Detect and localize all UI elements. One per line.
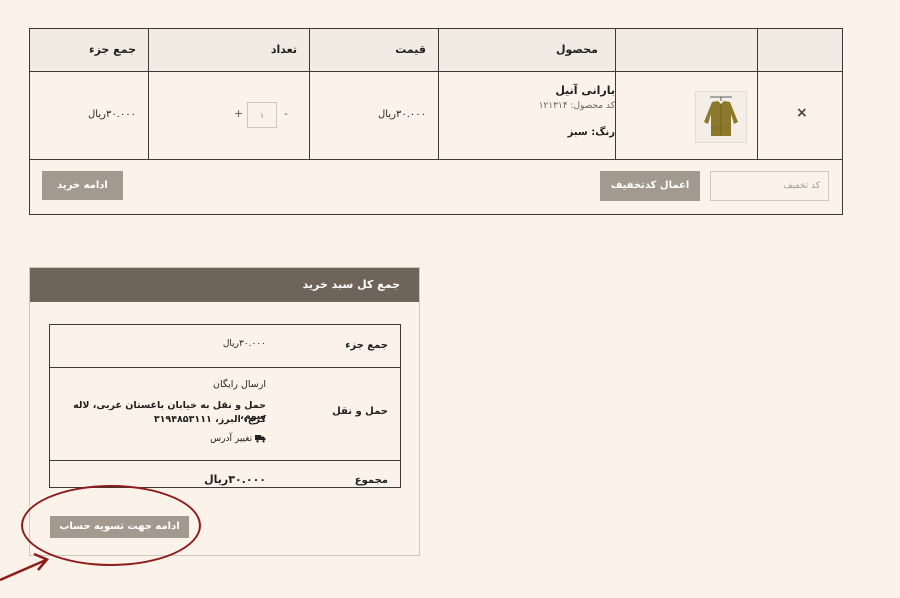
close-icon: × [796,105,808,121]
product-code: کد محصول: ۱۲۱۳۱۴ [538,101,615,111]
truck-icon [252,434,266,444]
subtotal-value: ۳۰.۰۰۰ریال [222,339,266,349]
change-address-label: تغییر آدرس [210,434,253,444]
product-price: ۳۰.۰۰۰ریال [378,109,426,120]
cart-totals-header: جمع کل سبد خرید [30,268,419,302]
product-subtotal: ۳۰.۰۰۰ریال [88,109,136,120]
total-label: مجموع [354,475,388,486]
jacket-icon [696,92,746,142]
coupon-input[interactable]: کد تخفیف [710,171,829,201]
header-quantity: تعداد [270,43,297,56]
continue-shopping-button[interactable]: ادامه خرید [42,171,123,200]
shipping-method: ارسال رایگان [213,379,266,390]
quantity-increase-button[interactable]: + [234,107,243,120]
cart-table: جمع جزء تعداد قیمت محصول × بارانی آنیل ک… [29,28,843,215]
subtotal-label: جمع جزء [345,340,388,351]
product-thumbnail[interactable] [695,91,747,143]
remove-item-button[interactable]: × [796,105,808,121]
totals-table: جمع جزء ۳۰.۰۰۰ریال حمل و نقل ارسال رایگا… [49,324,401,488]
cart-totals-panel: جمع کل سبد خرید جمع جزء ۳۰.۰۰۰ریال حمل و… [29,267,420,556]
header-price: قیمت [395,43,426,56]
annotation-arrow-icon [0,552,50,582]
shipping-label: حمل و نقل [332,406,388,417]
proceed-to-checkout-button[interactable]: ادامه جهت تسویه حساب [50,516,189,538]
cart-table-header [30,29,842,72]
apply-coupon-button[interactable]: اعمال کدتخفیف [600,171,700,201]
header-subtotal: جمع جزء [88,43,136,56]
product-name[interactable]: بارانی آنیل [555,84,615,97]
quantity-decrease-button[interactable]: - [284,107,288,120]
header-product: محصول [555,43,598,56]
shipping-address-line2: کرج، البرز، ۳۱۹۴۸۵۳۱۱۱ [153,414,266,425]
cart-totals-title: جمع کل سبد خرید [302,278,400,291]
product-color: رنگ: سبز [567,127,615,138]
change-address-link[interactable]: تغییر آدرس [210,434,266,444]
total-value: ۳۰.۰۰۰ریال [204,473,266,486]
quantity-input[interactable]: ۱ [247,102,277,128]
